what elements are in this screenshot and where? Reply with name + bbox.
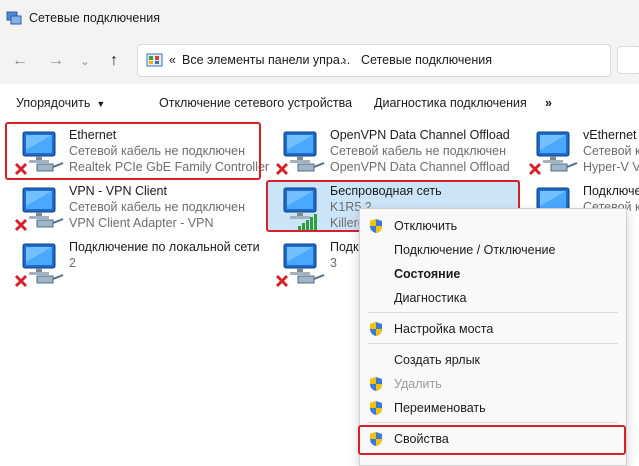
- menu-item-delete: Удалить: [360, 372, 626, 396]
- shield-icon: [368, 431, 384, 450]
- forward-icon[interactable]: →: [45, 50, 67, 72]
- breadcrumb-overflow[interactable]: «: [169, 53, 176, 67]
- menu-item-label: Состояние: [394, 267, 461, 281]
- context-menu: Отключить Подключение / Отключение Состоян…: [359, 208, 627, 466]
- navigation-bar: ← → ⌄ ↑ « Все элементы панели упра... › …: [0, 38, 639, 84]
- address-bar[interactable]: « Все элементы панели упра... › Сетевые …: [137, 44, 611, 77]
- shield-icon: [368, 400, 384, 419]
- menu-item-label: Отключить: [394, 219, 458, 233]
- menu-separator: [368, 343, 618, 344]
- up-arrow-icon[interactable]: ↑: [103, 50, 125, 72]
- more-commands-icon[interactable]: »: [545, 96, 552, 110]
- organize-button[interactable]: Упорядочить ▼: [16, 96, 105, 110]
- breadcrumb-network-connections[interactable]: Сетевые подключения: [361, 53, 492, 67]
- network-connections-icon: [6, 10, 22, 29]
- menu-item-label: Переименовать: [394, 401, 486, 415]
- menu-item-shortcut[interactable]: Создать ярлык: [360, 348, 626, 372]
- refresh-button[interactable]: [617, 46, 639, 74]
- menu-item-label: Удалить: [394, 377, 442, 391]
- organize-label: Упорядочить: [16, 96, 91, 110]
- shield-icon: [368, 376, 384, 395]
- shield-icon: [368, 321, 384, 340]
- shield-icon: [368, 218, 384, 237]
- menu-item-disconnect[interactable]: Отключить: [360, 214, 626, 238]
- menu-item-properties[interactable]: Свойства: [360, 427, 626, 451]
- window-title: Сетевые подключения: [29, 11, 161, 25]
- menu-item-label: Создать ярлык: [394, 353, 481, 367]
- menu-item-label: Подключение / Отключение: [394, 243, 556, 257]
- back-icon[interactable]: ←: [9, 50, 31, 72]
- menu-separator: [368, 312, 618, 313]
- menu-item-bridge[interactable]: Настройка моста: [360, 317, 626, 341]
- menu-item-rename[interactable]: Переименовать: [360, 396, 626, 420]
- menu-item-label: Диагностика: [394, 291, 467, 305]
- menu-item-label: Свойства: [394, 432, 449, 446]
- diagnose-button[interactable]: Диагностика подключения: [374, 96, 527, 110]
- menu-item-status[interactable]: Состояние: [360, 262, 626, 286]
- menu-separator: [368, 422, 618, 423]
- title-bar: Сетевые подключения: [0, 0, 639, 38]
- caret-down-icon: ▼: [96, 99, 106, 109]
- menu-item-diagnostics[interactable]: Диагностика: [360, 286, 626, 310]
- command-toolbar: Упорядочить ▼ Отключение сетевого устройс…: [0, 84, 639, 120]
- chevron-down-icon[interactable]: ⌄: [74, 50, 96, 72]
- control-panel-icon: [146, 52, 164, 73]
- breadcrumb-all-items[interactable]: Все элементы панели упра...: [182, 53, 350, 67]
- breadcrumb-separator-icon[interactable]: ›: [342, 52, 346, 67]
- disable-device-button[interactable]: Отключение сетевого устройства: [159, 96, 352, 110]
- menu-item-label: Настройка моста: [394, 322, 494, 336]
- menu-item-connect-disconnect[interactable]: Подключение / Отключение: [360, 238, 626, 262]
